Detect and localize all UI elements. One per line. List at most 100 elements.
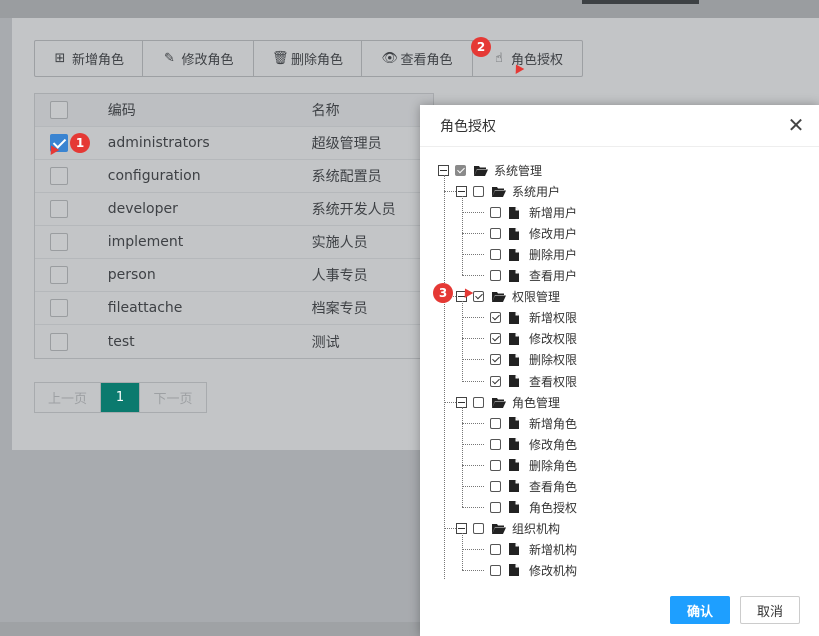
add-role-button[interactable]: ⊞ 新增角色 <box>35 41 143 76</box>
tree-node-group[interactable]: 系统用户 <box>456 181 560 202</box>
role-toolbar: ⊞ 新增角色 ✎ 修改角色 🗑 删除角色 👁 查看角色 ☝ 角色授权 <box>34 40 583 77</box>
tree-node-root[interactable]: 系统管理 <box>438 160 542 181</box>
tree-node-item[interactable]: 新增角色 <box>484 413 577 434</box>
tree-node-label: 权限管理 <box>512 290 561 305</box>
tree-connector <box>461 532 463 570</box>
tree-node-label: 查看权限 <box>529 374 578 389</box>
tree-node-label: 删除用户 <box>529 248 578 263</box>
role-table: 编码 名称 administrators 超级管理员 configuration 系统… <box>34 93 434 359</box>
tree-checkbox[interactable] <box>490 480 501 492</box>
tree-node-item[interactable]: 删除用户 <box>484 244 577 265</box>
prev-page-button[interactable]: 上一页 <box>35 383 101 412</box>
tree-checkbox[interactable] <box>490 207 501 219</box>
table-row[interactable]: fileattache 档案专员 <box>35 292 433 325</box>
trash-icon: 🗑 <box>271 51 289 66</box>
tree-node-item[interactable]: 查看用户 <box>484 265 577 286</box>
delete-role-button[interactable]: 🗑 删除角色 <box>254 41 362 76</box>
cancel-button[interactable]: 取消 <box>740 596 800 624</box>
tree-node-item[interactable]: 新增用户 <box>484 202 577 223</box>
eye-icon: 👁 <box>381 51 398 66</box>
tree-node-group[interactable]: 角色管理 <box>456 392 560 413</box>
tree-node-item[interactable]: 新增权限 <box>484 307 577 328</box>
file-icon <box>509 332 523 345</box>
row-checkbox[interactable] <box>49 233 68 251</box>
row-name: 系统配置员 <box>311 169 382 185</box>
tree-node-label: 组织机构 <box>512 521 561 536</box>
tree-checkbox[interactable] <box>490 270 501 282</box>
tree-node-item[interactable]: 角色授权 <box>484 497 577 518</box>
tree-checkbox[interactable] <box>490 228 501 240</box>
table-row[interactable]: configuration 系统配置员 <box>35 160 433 193</box>
select-all-checkbox[interactable] <box>49 101 68 119</box>
table-row[interactable]: developer 系统开发人员 <box>35 193 433 226</box>
page-1-button[interactable]: 1 <box>101 383 140 412</box>
tree-node-label: 角色管理 <box>512 395 561 410</box>
tree-checkbox[interactable] <box>490 417 501 429</box>
table-row[interactable]: implement 实施人员 <box>35 226 433 259</box>
folder-open-icon <box>492 522 506 534</box>
row-name: 系统开发人员 <box>311 202 396 218</box>
row-name: 人事专员 <box>311 268 368 284</box>
file-icon <box>509 248 523 261</box>
tree-checkbox[interactable] <box>473 186 484 198</box>
tree-checkbox[interactable] <box>455 165 466 176</box>
tree-checkbox[interactable] <box>490 543 501 555</box>
tree-checkbox[interactable] <box>473 396 484 408</box>
tree-node-item[interactable]: 新增机构 <box>484 539 577 560</box>
file-icon <box>509 417 523 430</box>
tree-node-item[interactable]: 删除角色 <box>484 455 577 476</box>
tree-checkbox[interactable] <box>490 249 501 261</box>
row-checkbox[interactable] <box>49 167 68 185</box>
tree-node-item[interactable]: 修改用户 <box>484 223 577 244</box>
tree-checkbox[interactable] <box>490 375 501 387</box>
tree-node-item[interactable]: 查看角色 <box>484 476 577 497</box>
tree-node-label: 角色授权 <box>529 500 578 515</box>
tree-node-item[interactable]: 修改权限 <box>484 328 577 349</box>
tree-connector <box>461 301 463 381</box>
tree-checkbox[interactable] <box>473 291 484 303</box>
tree-checkbox[interactable] <box>490 333 501 345</box>
tree-node-label: 查看用户 <box>529 269 578 284</box>
tree-node-item[interactable]: 修改角色 <box>484 434 577 455</box>
tree-node-item[interactable]: 查看权限 <box>484 371 577 392</box>
row-name: 超级管理员 <box>311 136 382 152</box>
table-row[interactable]: test 测试 <box>35 325 433 358</box>
tree-checkbox[interactable] <box>473 522 484 534</box>
tree-connector <box>462 422 484 424</box>
tree-checkbox[interactable] <box>490 312 501 324</box>
table-row[interactable]: administrators 超级管理员 <box>35 127 433 160</box>
close-icon[interactable]: ✕ <box>787 115 805 135</box>
row-checkbox[interactable] <box>49 266 68 284</box>
step-badge-1: 1 <box>70 133 90 153</box>
row-checkbox[interactable] <box>49 332 68 351</box>
view-role-button[interactable]: 👁 查看角色 <box>362 41 473 76</box>
tree-connector <box>461 196 463 276</box>
tree-connector <box>462 485 484 487</box>
tree-checkbox[interactable] <box>490 501 501 513</box>
row-checkbox[interactable] <box>49 200 68 218</box>
confirm-button[interactable]: 确认 <box>670 596 730 624</box>
tree-checkbox[interactable] <box>490 564 501 576</box>
next-page-button[interactable]: 下一页 <box>140 383 206 412</box>
tree-connector <box>444 191 456 193</box>
tree-connector <box>462 275 484 277</box>
file-icon <box>509 311 523 324</box>
tree-checkbox[interactable] <box>490 354 501 366</box>
edit-role-button[interactable]: ✎ 修改角色 <box>143 41 254 76</box>
row-checkbox[interactable] <box>49 299 68 317</box>
table-row[interactable]: person 人事专员 <box>35 259 433 292</box>
tree-node-item[interactable]: 删除权限 <box>484 349 577 370</box>
tree-checkbox[interactable] <box>490 459 501 471</box>
tree-root-connector <box>443 175 445 579</box>
tree-checkbox[interactable] <box>490 438 501 450</box>
permission-tree: 系统管理系统用户 新增用户 修改用户删除用户查看用户权限管理新增权限 修改权限 删除权限… <box>420 147 819 579</box>
header-code: 编码 <box>107 103 136 119</box>
tree-connector <box>462 569 484 571</box>
tree-node-label: 系统管理 <box>494 164 543 178</box>
top-bar-accent <box>582 0 699 4</box>
step-badge-3: 3 <box>433 283 453 303</box>
tree-node-group[interactable]: 组织机构 <box>456 518 560 539</box>
tree-node-label: 新增机构 <box>529 542 578 557</box>
file-icon <box>509 375 523 387</box>
tree-node-item[interactable]: 修改机构 <box>484 560 577 579</box>
